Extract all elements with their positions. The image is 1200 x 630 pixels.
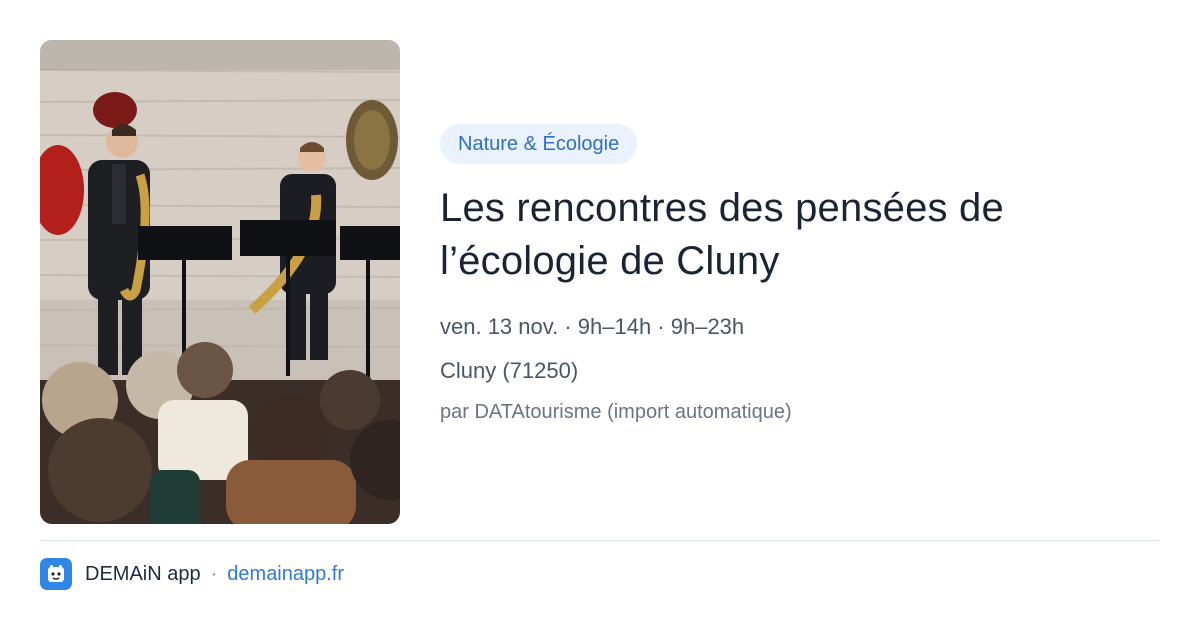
event-location: Cluny (71250) — [440, 358, 579, 383]
app-url-link[interactable]: demainapp.fr — [227, 563, 344, 586]
event-datetime: ven. 13 nov. · 9h–14h · 9h–23h — [440, 314, 745, 339]
event-title[interactable]: Les rencontres des pensées de l’écologie… — [440, 182, 1160, 288]
footer-divider — [40, 540, 1160, 541]
event-photo — [40, 40, 400, 524]
footer: DEMAiN app · demainapp.fr — [40, 558, 344, 590]
app-name: DEMAiN app — [85, 562, 201, 585]
demain-app-icon — [40, 558, 72, 590]
event-source: par DATAtourisme (import automatique) — [440, 401, 792, 423]
footer-separator: · — [210, 562, 218, 585]
category-tag[interactable]: Nature & Écologie — [440, 124, 638, 164]
event-details: Nature & Écologie Les rencontres des pen… — [440, 124, 1160, 426]
event-share-card: Nature & Écologie Les rencontres des pen… — [0, 0, 1200, 630]
